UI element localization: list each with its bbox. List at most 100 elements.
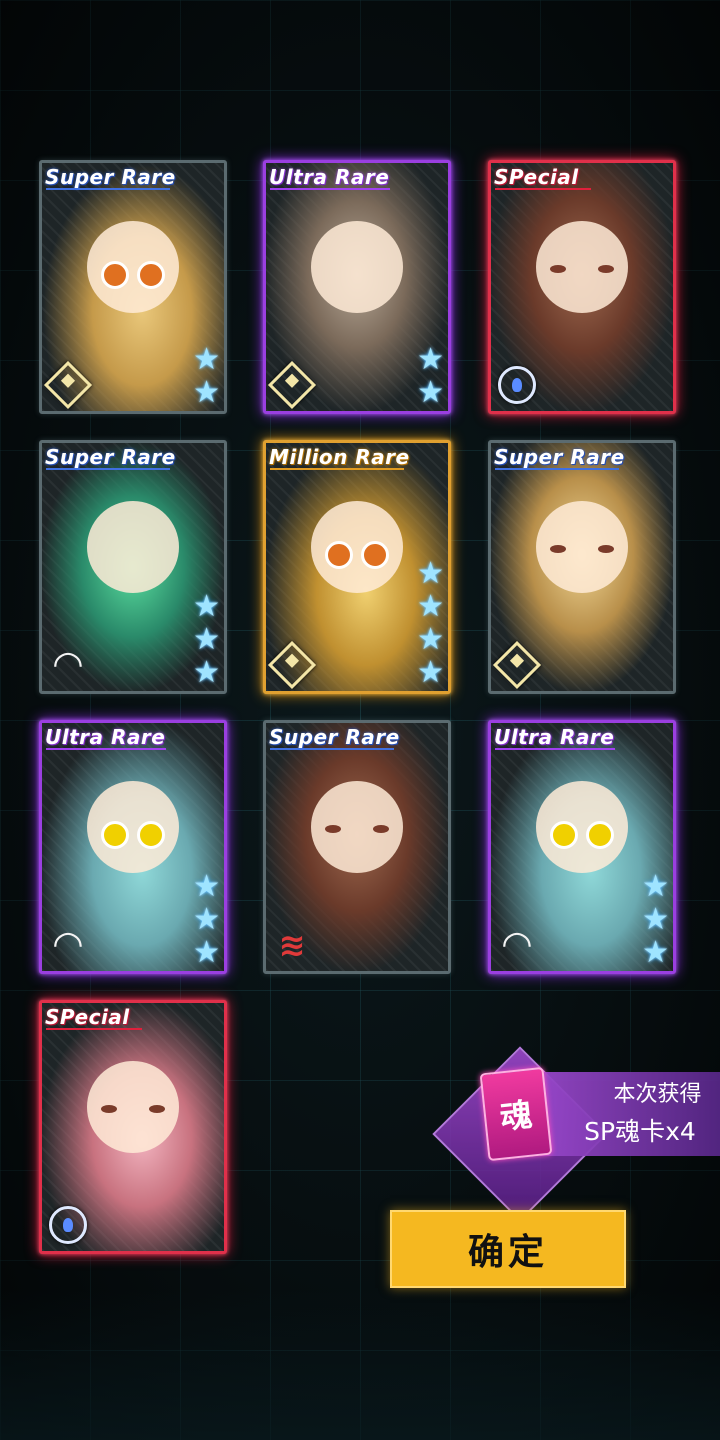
character-face — [311, 221, 403, 314]
wifi-emblem-icon: ◠ — [46, 923, 90, 967]
character-eye — [101, 1105, 117, 1114]
rarity-underline — [495, 188, 591, 190]
character-face — [311, 501, 403, 594]
circle-icon — [49, 1206, 87, 1244]
hero-card[interactable]: Ultra Rare ★ ★ — [263, 160, 451, 414]
character-eye — [598, 265, 614, 274]
star-rating: ★ ★ — [417, 343, 444, 409]
character-face — [536, 501, 628, 594]
hero-card[interactable]: Ultra Rare ★ ★ ★ ◠ — [39, 720, 227, 974]
rarity-label: Super Rare — [269, 725, 400, 749]
rarity-underline — [270, 188, 390, 190]
rarity-label: Super Rare — [494, 445, 625, 469]
stripes-icon: ≋ — [278, 926, 306, 964]
hero-card[interactable]: Super Rare ★ ★ ★ ◠ — [39, 440, 227, 694]
rarity-label: SPecial — [45, 1005, 130, 1029]
rarity-underline — [46, 468, 170, 470]
rarity-underline — [270, 748, 394, 750]
rarity-underline — [495, 748, 615, 750]
character-eye — [325, 541, 353, 570]
hero-card[interactable]: SPecial — [488, 160, 676, 414]
character-eye — [598, 545, 614, 554]
rarity-underline — [46, 188, 170, 190]
character-eye — [137, 821, 165, 850]
character-face — [536, 781, 628, 874]
diamond-emblem-icon — [267, 360, 317, 410]
character-eye — [101, 821, 129, 850]
wifi-emblem-icon: ◠ — [46, 643, 90, 687]
hero-card[interactable]: Super Rare — [488, 440, 676, 694]
star-rating: ★ ★ ★ ★ — [417, 557, 444, 689]
rarity-underline — [270, 468, 404, 470]
rarity-underline — [46, 748, 166, 750]
star-rating: ★ ★ ★ — [193, 870, 220, 969]
circle-emblem-icon — [495, 363, 539, 407]
character-face — [87, 501, 179, 594]
star-icon: ★ — [193, 935, 220, 970]
star-icon: ★ — [417, 589, 444, 624]
character-face — [87, 221, 179, 314]
hero-card[interactable]: SPecial — [39, 1000, 227, 1254]
star-rating: ★ ★ ★ — [642, 870, 669, 969]
star-icon: ★ — [417, 622, 444, 657]
character-eye — [101, 261, 129, 290]
character-face — [536, 221, 628, 314]
rarity-label: Super Rare — [45, 165, 176, 189]
character-face — [87, 1061, 179, 1154]
star-icon: ★ — [417, 375, 444, 410]
star-rating: ★ ★ ★ — [193, 590, 220, 689]
rarity-label: Million Rare — [269, 445, 410, 469]
character-face — [87, 781, 179, 874]
star-icon: ★ — [193, 622, 220, 657]
character-eye — [550, 821, 578, 850]
reward-count: SP魂卡x4 — [584, 1117, 696, 1146]
character-eye — [586, 821, 614, 850]
wifi-emblem-icon: ◠ — [495, 923, 539, 967]
star-icon: ★ — [417, 655, 444, 690]
confirm-button[interactable]: 确定 — [390, 1210, 626, 1288]
diamond-icon — [267, 640, 317, 690]
soul-card-icon: 魂 — [479, 1066, 553, 1162]
wifi-icon: ◠ — [52, 924, 84, 965]
stripes-emblem-icon: ≋ — [270, 923, 314, 967]
wifi-icon: ◠ — [52, 644, 84, 685]
rarity-label: Ultra Rare — [45, 725, 166, 749]
diamond-icon — [43, 360, 93, 410]
character-eye — [361, 541, 389, 570]
diamond-emblem-icon — [267, 640, 317, 690]
rarity-label: Ultra Rare — [269, 165, 390, 189]
star-icon: ★ — [193, 655, 220, 690]
hero-card[interactable]: Ultra Rare ★ ★ ★ ◠ — [488, 720, 676, 974]
star-icon: ★ — [193, 589, 220, 624]
rarity-label: Super Rare — [45, 445, 176, 469]
circle-icon — [498, 366, 536, 404]
star-icon: ★ — [193, 869, 220, 904]
diamond-emblem-icon — [43, 360, 93, 410]
rarity-label: Ultra Rare — [494, 725, 615, 749]
character-eye — [325, 825, 341, 834]
star-icon: ★ — [642, 869, 669, 904]
rarity-underline — [495, 468, 619, 470]
star-icon: ★ — [193, 902, 220, 937]
star-icon: ★ — [417, 556, 444, 591]
character-eye — [373, 825, 389, 834]
reward-label: 本次获得 — [613, 1082, 702, 1107]
character-eye — [149, 1105, 165, 1114]
rarity-label: SPecial — [494, 165, 579, 189]
star-icon: ★ — [193, 342, 220, 377]
wifi-icon: ◠ — [501, 924, 533, 965]
star-icon: ★ — [642, 935, 669, 970]
star-icon: ★ — [193, 375, 220, 410]
reward-panel: 魂 本次获得 SP魂卡x4 — [432, 1046, 720, 1222]
star-icon: ★ — [642, 902, 669, 937]
diamond-emblem-icon — [492, 640, 542, 690]
star-icon: ★ — [417, 342, 444, 377]
character-eye — [550, 265, 566, 274]
character-eye — [137, 261, 165, 290]
character-face — [311, 781, 403, 874]
diamond-icon — [267, 360, 317, 410]
hero-card[interactable]: Super Rare ★ ★ — [39, 160, 227, 414]
character-eye — [550, 545, 566, 554]
hero-card[interactable]: Super Rare ≋ — [263, 720, 451, 974]
hero-card[interactable]: Million Rare ★ ★ ★ ★ — [263, 440, 451, 694]
